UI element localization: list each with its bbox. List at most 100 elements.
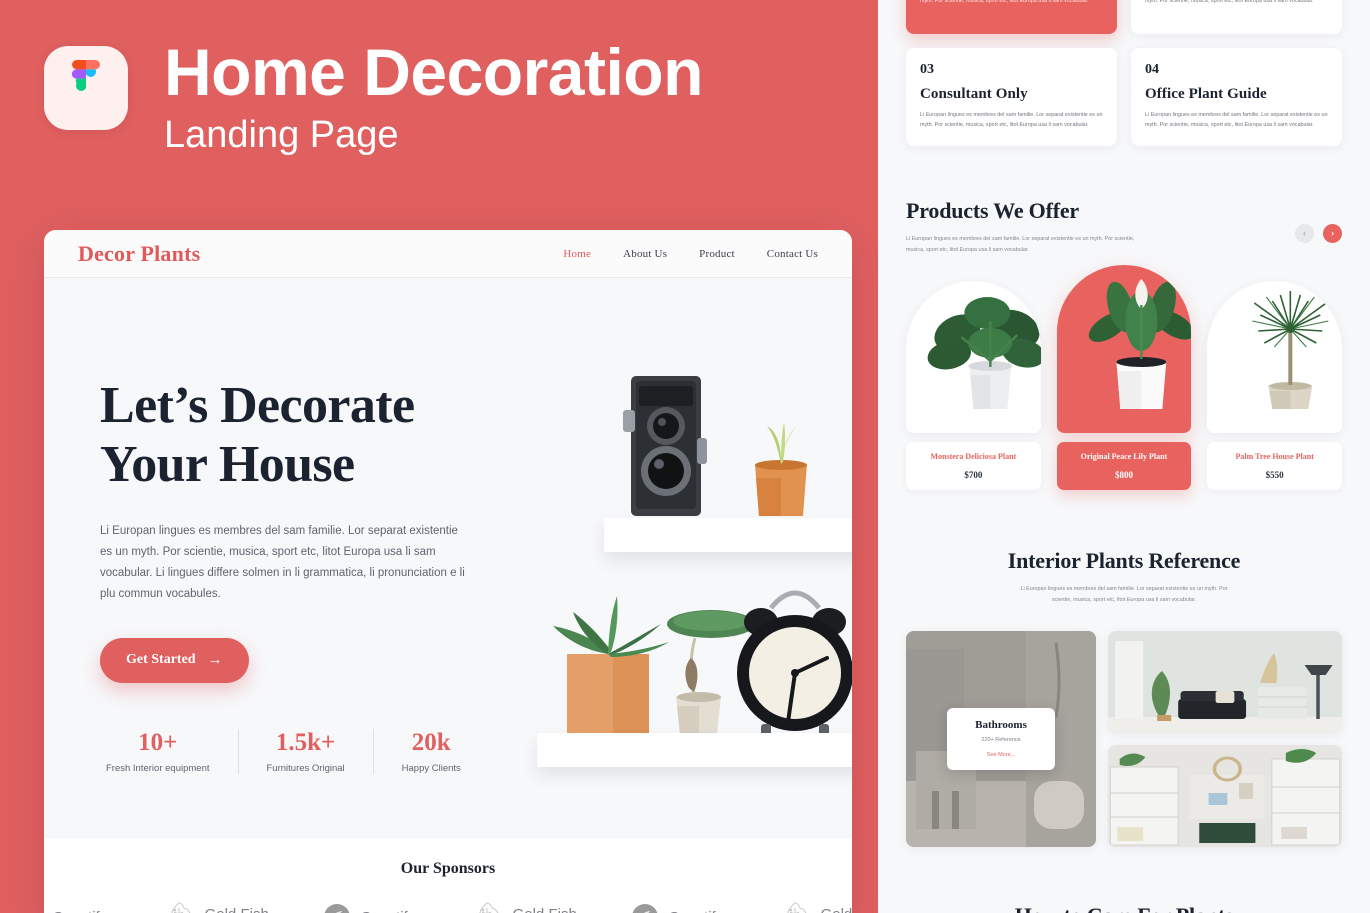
guide-card-office-plant-guide[interactable]: 04 Office Plant Guide Li Europan lingues… bbox=[1131, 48, 1342, 146]
hero-stats: 10+ Fresh Interior equipment 1.5k+ Furni… bbox=[100, 728, 490, 774]
sponsors-section: Our Sponsors Growtify bbox=[44, 838, 852, 913]
guide-card-home-interior-guide[interactable]: Home Interior Guide Li Europan lingues e… bbox=[906, 0, 1117, 34]
nav-link-home[interactable]: Home bbox=[563, 248, 591, 260]
growtify-leaf-badge-icon bbox=[632, 904, 658, 913]
site-logo[interactable]: Decor Plants bbox=[78, 241, 200, 267]
sponsor-gold-fish[interactable]: Gold Fish EST. 1942 MANTRA bbox=[134, 900, 296, 913]
aloe-in-terracotta-pot-graphic bbox=[553, 596, 669, 734]
sponsor-name: Growtify bbox=[668, 909, 723, 913]
sponsors-row: Growtify Go bbox=[44, 900, 852, 913]
bathroom-interior-photo[interactable]: Bathrooms 220+ Reference See More... bbox=[906, 631, 1096, 848]
nav-link-product[interactable]: Product bbox=[699, 248, 735, 260]
gold-fish-crest-icon bbox=[170, 902, 190, 913]
product-info: Monstera Deliciosa Plant $700 bbox=[906, 442, 1041, 491]
product-card-peace-lily[interactable]: Original Peace Lily Plant $800 bbox=[1056, 265, 1192, 491]
figma-logo-icon bbox=[44, 46, 128, 130]
product-info: Palm Tree House Plant $550 bbox=[1207, 442, 1343, 491]
sponsor-name: Gold Fish bbox=[205, 906, 269, 913]
get-started-button[interactable]: Get Started → bbox=[100, 637, 249, 683]
stat-label: Furnitures Original bbox=[266, 762, 345, 774]
nav-link-about-us[interactable]: About Us bbox=[623, 248, 667, 260]
guide-card-number: 04 bbox=[1145, 62, 1159, 77]
chevron-left-icon[interactable]: ‹ bbox=[1295, 224, 1314, 243]
panel-content: Home Interior Guide Li Europan lingues e… bbox=[878, 0, 1370, 913]
bottom-shelf-objects bbox=[553, 590, 852, 736]
stat-item: 20k Happy Clients bbox=[372, 728, 489, 774]
product-price: $700 bbox=[964, 470, 983, 481]
chevron-right-icon[interactable]: › bbox=[1323, 224, 1342, 243]
product-name: Palm Tree House Plant bbox=[1235, 452, 1314, 462]
product-price: $550 bbox=[1265, 470, 1284, 481]
sponsor-name: Gold Fish bbox=[821, 906, 852, 913]
succulent-in-orange-pot-graphic bbox=[755, 422, 807, 516]
stat-number: 20k bbox=[411, 728, 451, 756]
hero-section: Let’s Decorate Your House Li Europan lin… bbox=[44, 278, 852, 913]
product-name: Monstera Deliciosa Plant bbox=[930, 452, 1017, 462]
reference-thumb-column bbox=[1108, 631, 1342, 848]
sponsor-name: Gold Fish bbox=[513, 906, 577, 913]
bathrooms-overlay-card[interactable]: Bathrooms 220+ Reference See More... bbox=[947, 708, 1055, 771]
guide-card-original-equipment[interactable]: Original Equipment Li Europan lingues es… bbox=[1131, 0, 1342, 34]
stat-label: Happy Clients bbox=[401, 762, 461, 774]
palm-tree-plant-photo bbox=[1207, 281, 1343, 434]
products-carousel-controls: ‹ › bbox=[1295, 224, 1342, 243]
hero-heading-line-1: Let’s Decorate bbox=[100, 377, 415, 434]
guide-card-title: Consultant Only bbox=[920, 86, 1028, 102]
monstera-plant-photo bbox=[906, 281, 1041, 434]
products-section-header: Products We Offer Li Europan lingues es … bbox=[878, 198, 1370, 255]
sponsor-name: Growtify bbox=[52, 909, 107, 913]
alarm-clock-graphic bbox=[737, 590, 852, 736]
get-started-label: Get Started bbox=[126, 652, 196, 668]
cover-titles: Home Decoration Landing Page bbox=[164, 38, 703, 158]
hero-heading: Let’s Decorate Your House bbox=[100, 376, 490, 495]
vintage-camera-graphic bbox=[623, 376, 707, 516]
product-card-palm-tree[interactable]: Palm Tree House Plant $550 bbox=[1207, 281, 1343, 491]
page-title: Home Decoration bbox=[164, 35, 703, 109]
hero-shelf-imagery bbox=[499, 318, 852, 838]
stat-number: 10+ bbox=[138, 728, 178, 756]
nav-link-contact-us[interactable]: Contact Us bbox=[767, 248, 818, 260]
arrow-right-icon: → bbox=[207, 651, 223, 668]
care-section-header: How to Care For Plants Li Europan lingue… bbox=[878, 903, 1370, 913]
guide-card-title: Office Plant Guide bbox=[1145, 86, 1267, 102]
landing-page-panel-right: Home Interior Guide Li Europan lingues e… bbox=[878, 0, 1370, 913]
sponsor-gold-fish[interactable]: Gold Fish EST. 1942 MANTRA bbox=[750, 900, 852, 913]
sponsor-growtify[interactable]: Growtify bbox=[44, 903, 134, 913]
guide-card-body: Li Europan lingues es membres del sam fa… bbox=[920, 0, 1089, 4]
reference-paragraph: Li Europan lingues es membres del sam fa… bbox=[1020, 586, 1228, 603]
stat-item: 10+ Fresh Interior equipment bbox=[100, 729, 238, 774]
guide-card-number: 03 bbox=[920, 62, 934, 77]
product-name: Original Peace Lily Plant bbox=[1080, 452, 1168, 462]
sponsor-name: Growtify bbox=[360, 909, 415, 913]
shelf-board-bottom bbox=[537, 733, 852, 767]
products-heading: Products We Offer bbox=[906, 198, 1079, 223]
sponsor-growtify[interactable]: Growtify bbox=[604, 903, 750, 913]
sponsors-title: Our Sponsors bbox=[400, 860, 496, 877]
living-room-interior-photo[interactable] bbox=[1108, 631, 1342, 734]
top-shelf-objects bbox=[623, 376, 807, 516]
overlay-subtitle: 220+ Reference bbox=[981, 737, 1021, 744]
gold-fish-crest-icon bbox=[478, 902, 498, 913]
poster-canvas: Home Decoration Landing Page Decor Plant… bbox=[0, 0, 1370, 913]
landing-page-mockup: Decor Plants Home About Us Product Conta… bbox=[44, 230, 852, 913]
shelving-workspace-interior-photo[interactable] bbox=[1108, 745, 1342, 848]
guide-card-consultant-only[interactable]: 03 Consultant Only Li Europan lingues es… bbox=[906, 48, 1117, 146]
overlay-title: Bathrooms bbox=[975, 719, 1027, 732]
sponsor-gold-fish[interactable]: Gold Fish EST. 1942 MANTRA bbox=[442, 900, 604, 913]
guide-card-body: Li Europan lingues es membres del sam fa… bbox=[1145, 112, 1328, 128]
stat-number: 1.5k+ bbox=[275, 728, 336, 756]
care-heading: How to Care For Plants bbox=[906, 903, 1342, 913]
guide-card-body: Li Europan lingues es membres del sam fa… bbox=[920, 112, 1103, 128]
hero-paragraph: Li Europan lingues es membres del sam fa… bbox=[100, 524, 465, 601]
hero-copy: Let’s Decorate Your House Li Europan lin… bbox=[100, 376, 490, 774]
reference-section-header: Interior Plants Reference Li Europan lin… bbox=[878, 548, 1370, 605]
peace-lily-plant-photo bbox=[1056, 265, 1192, 434]
reference-gallery: Bathrooms 220+ Reference See More... bbox=[878, 631, 1370, 848]
see-more-link[interactable]: See More... bbox=[955, 752, 1047, 758]
site-navbar: Decor Plants Home About Us Product Conta… bbox=[44, 230, 852, 278]
product-price: $800 bbox=[1115, 470, 1133, 481]
gold-fish-crest-icon bbox=[786, 902, 806, 913]
product-card-monstera[interactable]: Monstera Deliciosa Plant $700 bbox=[906, 281, 1041, 491]
sponsor-growtify[interactable]: Growtify bbox=[296, 903, 442, 913]
cover-header: Home Decoration Landing Page bbox=[44, 38, 703, 158]
